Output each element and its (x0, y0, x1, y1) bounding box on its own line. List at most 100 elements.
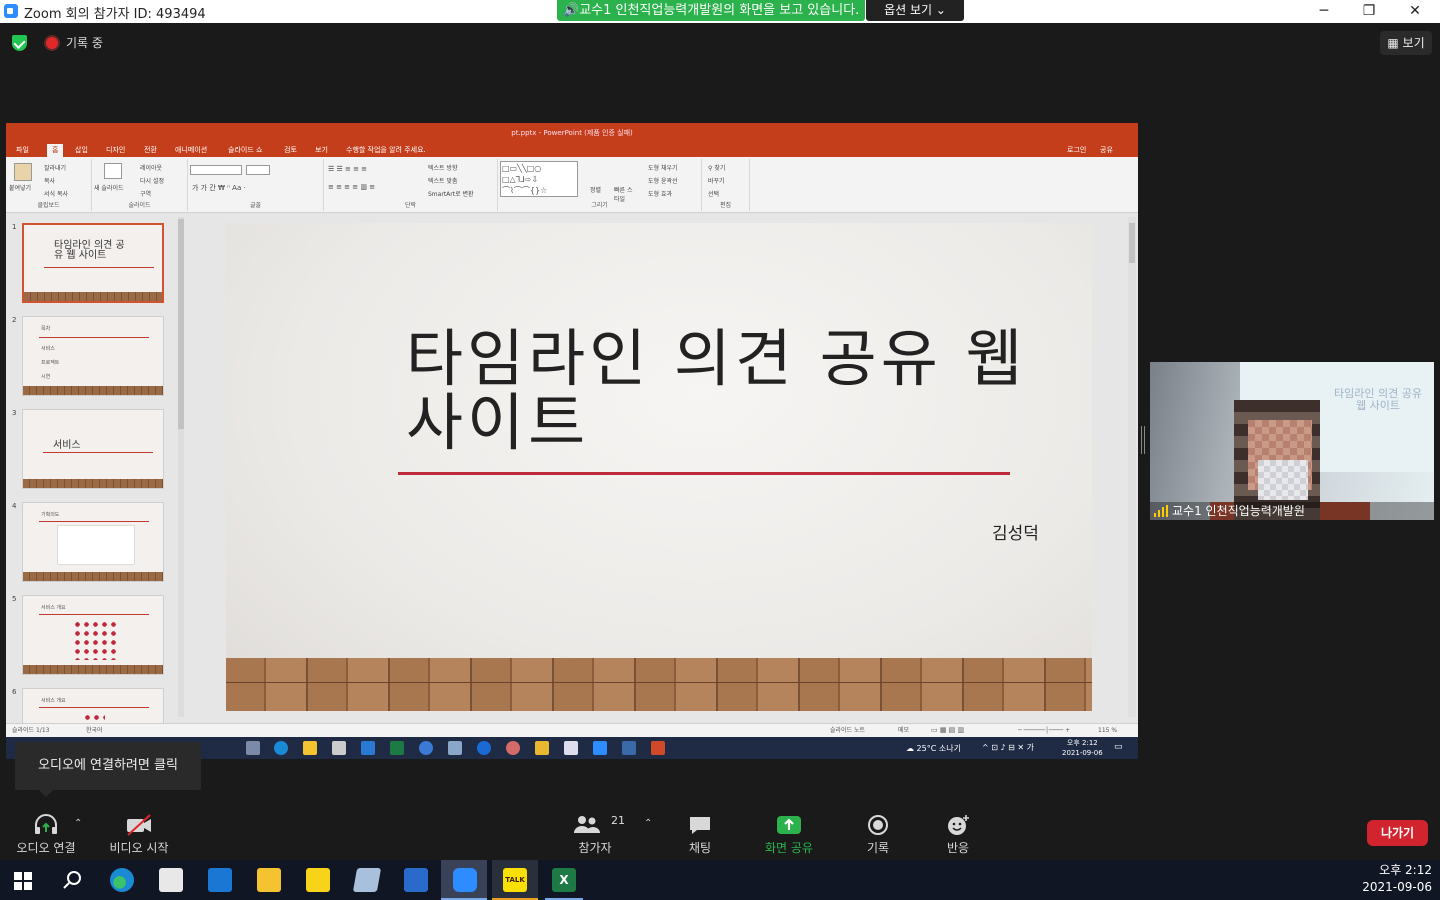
find-button[interactable]: ⚲ 찾기 (708, 163, 725, 172)
zoom-icon[interactable] (453, 868, 477, 892)
tell-me-search[interactable]: 수행할 작업을 알려 주세요. (346, 145, 426, 155)
windows-start-icon[interactable] (14, 872, 32, 890)
view-button[interactable]: ▦ 보기 (1380, 31, 1432, 55)
shape-effect-button[interactable]: 도형 효과 (648, 189, 672, 198)
share-screen-button[interactable]: 화면 공유 (760, 810, 818, 856)
zoom-level[interactable]: 115 % (1098, 724, 1117, 737)
arrange-button[interactable]: 정렬 (590, 185, 601, 194)
select-button[interactable]: 선택 (708, 189, 719, 198)
text-direction-button[interactable]: 텍스트 방향 (428, 163, 458, 172)
record-button[interactable]: 기록 (856, 810, 900, 856)
slide-thumbnail-4[interactable]: 기획의도 (22, 502, 164, 582)
sticky-notes-icon[interactable] (306, 868, 330, 892)
security-shield-icon[interactable] (12, 35, 27, 51)
chat-button[interactable]: 채팅 (678, 810, 722, 856)
menu-animation[interactable]: 애니메이션 (175, 145, 207, 155)
zoom-slider[interactable]: ─ ──────│──── + (1018, 724, 1070, 737)
slide-thumbnail-6[interactable]: 서비스 개요 (22, 688, 164, 723)
paste-icon[interactable] (14, 163, 32, 181)
video-start-button[interactable]: 비디오 시작 (104, 810, 174, 856)
file-explorer-icon[interactable] (257, 868, 281, 892)
thumb-floor (24, 292, 162, 301)
app-icon[interactable] (404, 868, 428, 892)
smartart-button[interactable]: SmartArt로 변환 (428, 189, 474, 198)
menu-review[interactable]: 검토 (284, 145, 297, 155)
share-link[interactable]: 공유 (1100, 145, 1113, 155)
edge-icon[interactable] (110, 868, 134, 892)
font-format-buttons[interactable]: 가 가 간 ₩ ⁿ Aa · (192, 183, 246, 193)
menu-home[interactable]: 홈 (47, 144, 64, 157)
split-view-handle[interactable] (1141, 426, 1145, 454)
align-buttons[interactable]: ≡ ≡ ≡ ≡ ▥ ≡ (328, 183, 375, 191)
taskbar-clock[interactable]: 오후 2:12 2021-09-06 (1362, 862, 1432, 896)
shapes-gallery[interactable]: □▭╲╲□○ □△⅂⅃⇨⇩ ⌒⌇⌒⌒{}☆ (500, 161, 578, 197)
slide-thumbnail-5[interactable]: 서비스 개요 (22, 595, 164, 675)
close-button[interactable]: ✕ (1392, 0, 1438, 23)
shape-outline-button[interactable]: 도형 윤곽선 (648, 176, 678, 185)
audio-connect-button[interactable]: 오디오 연결 (10, 810, 82, 856)
slide-thumbnail-3[interactable]: 서비스 (22, 409, 164, 489)
menu-transition[interactable]: 전환 (144, 145, 157, 155)
app-icon[interactable] (352, 868, 382, 892)
kakaotalk-icon[interactable]: TALK (503, 868, 527, 892)
reset-button[interactable]: 다시 설정 (140, 176, 164, 185)
headphone-icon (35, 814, 57, 834)
slide-title[interactable]: 타임라인 의견 공유 웹 사이트 (406, 327, 1026, 455)
slide-canvas[interactable]: 타임라인 의견 공유 웹 사이트 김성덕 (226, 223, 1092, 711)
speaker-icon: 🔊 (563, 3, 580, 18)
thumb-hexagon-graphic (83, 713, 105, 723)
menu-insert[interactable]: 삽입 (75, 145, 88, 155)
new-slide-icon[interactable] (104, 163, 122, 179)
mail-icon[interactable] (208, 868, 232, 892)
search-icon[interactable] (62, 870, 82, 890)
font-family-select[interactable] (190, 165, 242, 175)
memo-button[interactable]: 메모 (898, 724, 909, 737)
view-options-button[interactable]: 옵션 보기 ⌄ (866, 0, 964, 21)
minimize-button[interactable]: ─ (1301, 0, 1347, 23)
new-slide-button[interactable]: 새 슬라이드 (94, 183, 124, 192)
slide-divider-line (398, 472, 1010, 475)
mail-icon (361, 741, 375, 755)
notes-button[interactable]: 슬라이드 노트 (830, 724, 865, 737)
slide-thumbnail-1[interactable]: 타임라인 의견 공유 웹 사이트 (22, 223, 164, 303)
list-buttons[interactable]: ☰ ☰ ≡ ≡ ≡ (328, 165, 367, 173)
task-view-icon (246, 741, 260, 755)
view-mode-buttons[interactable]: ▭ ▦ ▤ ▥ (931, 724, 964, 737)
copy-button[interactable]: 복사 (44, 176, 55, 185)
paste-button[interactable]: 붙여넣기 (9, 183, 31, 192)
shape-fill-button[interactable]: 도형 채우기 (648, 163, 678, 172)
weather-icon: ☁ (906, 744, 917, 753)
login-link[interactable]: 로그인 (1067, 145, 1086, 155)
cut-button[interactable]: 잘라내기 (44, 163, 66, 172)
video-screen-text: 타임라인 의견 공유 웹 사이트 (1334, 387, 1422, 412)
menu-view[interactable]: 보기 (315, 145, 328, 155)
menu-file[interactable]: 파일 (16, 145, 29, 155)
slide-author[interactable]: 김성덕 (992, 519, 1039, 544)
thumbnail-scrollbar[interactable] (178, 217, 184, 717)
slide-scrollbar[interactable] (1128, 217, 1136, 717)
store-icon[interactable] (159, 868, 183, 892)
font-size-select[interactable] (246, 165, 270, 175)
ppt-menu-bar: 파일 홈 삽입 디자인 전환 애니메이션 슬라이드 쇼 검토 보기 수행할 작업… (6, 143, 1138, 157)
ppt-window-title: pt.pptx - PowerPoint (제품 인증 실패) (511, 129, 633, 137)
excel-icon[interactable]: X (552, 868, 576, 892)
format-copy-button[interactable]: 서식 복사 (44, 189, 68, 198)
audio-options-caret[interactable]: ⌃ (74, 818, 82, 829)
app-icon (506, 741, 520, 755)
participants-button[interactable]: 21 참가자 (566, 810, 625, 856)
menu-slideshow[interactable]: 슬라이드 쇼 (228, 145, 262, 155)
text-align-button[interactable]: 텍스트 맞춤 (428, 176, 458, 185)
ribbon-group-paragraph: ☰ ☰ ≡ ≡ ≡ ≡ ≡ ≡ ≡ ▥ ≡ 텍스트 방향 텍스트 맞춤 Smar… (324, 159, 498, 211)
thumb-number-2: 2 (12, 316, 17, 324)
layout-button[interactable]: 레이아웃 (140, 163, 162, 172)
participant-video-tile[interactable]: 타임라인 의견 공유 웹 사이트 교수1 인천직업능력개발원 (1150, 362, 1434, 520)
section-button[interactable]: 구역 (140, 189, 151, 198)
menu-design[interactable]: 디자인 (106, 145, 125, 155)
camera-off-icon (127, 814, 151, 836)
participants-options-caret[interactable]: ⌃ (644, 818, 652, 829)
maximize-button[interactable]: ❐ (1346, 0, 1392, 23)
reactions-button[interactable]: 반응 (936, 810, 980, 856)
leave-meeting-button[interactable]: 나가기 (1367, 820, 1428, 846)
replace-button[interactable]: 바꾸기 (708, 176, 725, 185)
slide-thumbnail-2[interactable]: 목차 서비스 프로젝트 시연 (22, 316, 164, 396)
